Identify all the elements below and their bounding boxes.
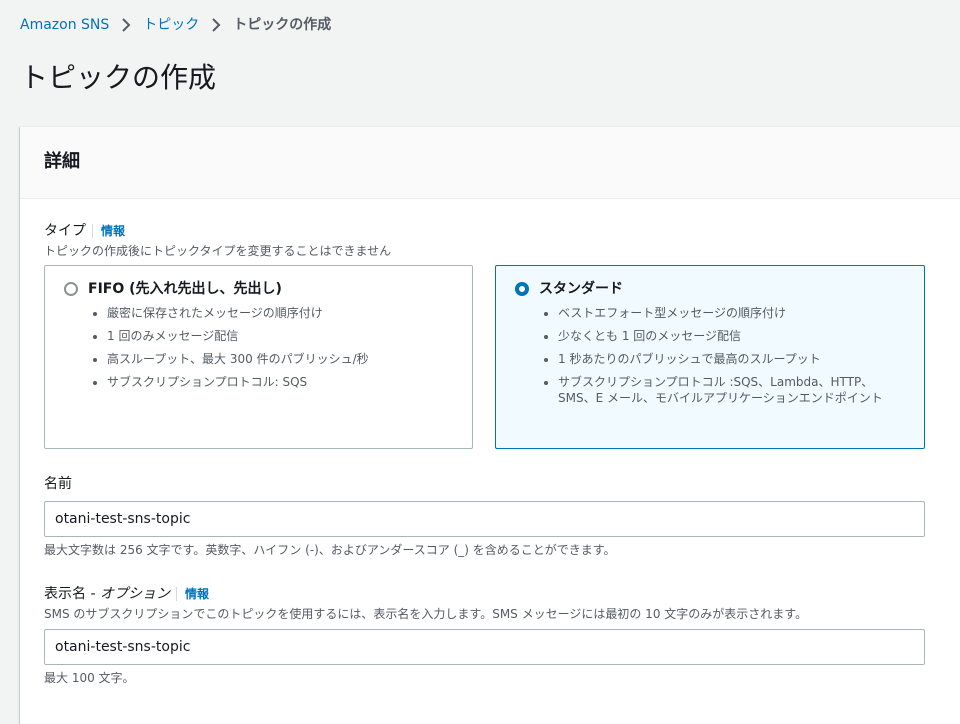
breadcrumb: Amazon SNS トピック トピックの作成 (20, 14, 331, 36)
standard-option-label: スタンダード (539, 281, 623, 297)
list-item: サブスクリプションプロトコル :SQS、Lambda、HTTP、SMS、E メー… (558, 374, 898, 406)
fifo-option-label: FIFO (先入れ先出し、先出し) (88, 281, 282, 297)
type-option-fifo[interactable]: FIFO (先入れ先出し、先出し) 厳密に保存されたメッセージの順序付け 1 回… (44, 265, 473, 449)
fifo-radio[interactable] (64, 282, 78, 296)
display-name-label: 表示名 - (44, 586, 96, 602)
display-name-info-link[interactable]: 情報 (175, 587, 209, 601)
page-title: トピックの作成 (20, 61, 217, 94)
chevron-right-icon (211, 18, 221, 32)
list-item: 厳密に保存されたメッセージの順序付け (107, 305, 369, 321)
optional-label: オプション (99, 586, 170, 602)
list-item: 少なくとも 1 回のメッセージ配信 (558, 328, 898, 344)
type-label-row: タイプ 情報 (44, 221, 126, 241)
fifo-features-list: 厳密に保存されたメッセージの順序付け 1 回のみメッセージ配信 高スループット、… (89, 305, 369, 397)
details-container: 詳細 タイプ 情報 トピックの作成後にトピックタイプを変更することはできません F… (20, 126, 960, 724)
type-info-link[interactable]: 情報 (92, 224, 126, 238)
fifo-option-head: FIFO (先入れ先出し、先出し) (64, 279, 282, 299)
display-name-input[interactable] (44, 629, 925, 665)
name-input[interactable] (44, 501, 925, 537)
list-item: サブスクリプションプロトコル: SQS (107, 374, 369, 390)
name-label: 名前 (44, 476, 72, 492)
standard-features-list: ベストエフォート型メッセージの順序付け 少なくとも 1 回のメッセージ配信 1 … (540, 305, 898, 413)
type-option-standard[interactable]: スタンダード ベストエフォート型メッセージの順序付け 少なくとも 1 回のメッセ… (495, 265, 925, 449)
breadcrumb-link-topics[interactable]: トピック (143, 14, 199, 36)
type-label: タイプ (44, 223, 86, 239)
standard-option-head: スタンダード (515, 279, 623, 299)
standard-radio[interactable] (515, 282, 529, 296)
breadcrumb-current: トピックの作成 (233, 17, 332, 33)
list-item: 高スループット、最大 300 件のパブリッシュ/秒 (107, 351, 369, 367)
chevron-right-icon (121, 18, 131, 32)
details-title: 詳細 (44, 151, 80, 172)
list-item: ベストエフォート型メッセージの順序付け (558, 305, 898, 321)
display-name-description: SMS のサブスクリプションでこのトピックを使用するには、表示名を入力します。S… (44, 607, 808, 621)
list-item: 1 回のみメッセージ配信 (107, 328, 369, 344)
list-item: 1 秒あたりのパブリッシュで最高のスループット (558, 351, 898, 367)
breadcrumb-link-amazon-sns[interactable]: Amazon SNS (20, 14, 109, 36)
name-hint: 最大文字数は 256 文字です。英数字、ハイフン (-)、およびアンダースコア … (44, 543, 616, 557)
type-description: トピックの作成後にトピックタイプを変更することはできません (44, 244, 392, 258)
display-name-label-row: 表示名 - オプション 情報 (44, 584, 209, 604)
display-name-hint: 最大 100 文字。 (44, 671, 135, 685)
details-header: 詳細 (20, 127, 960, 199)
